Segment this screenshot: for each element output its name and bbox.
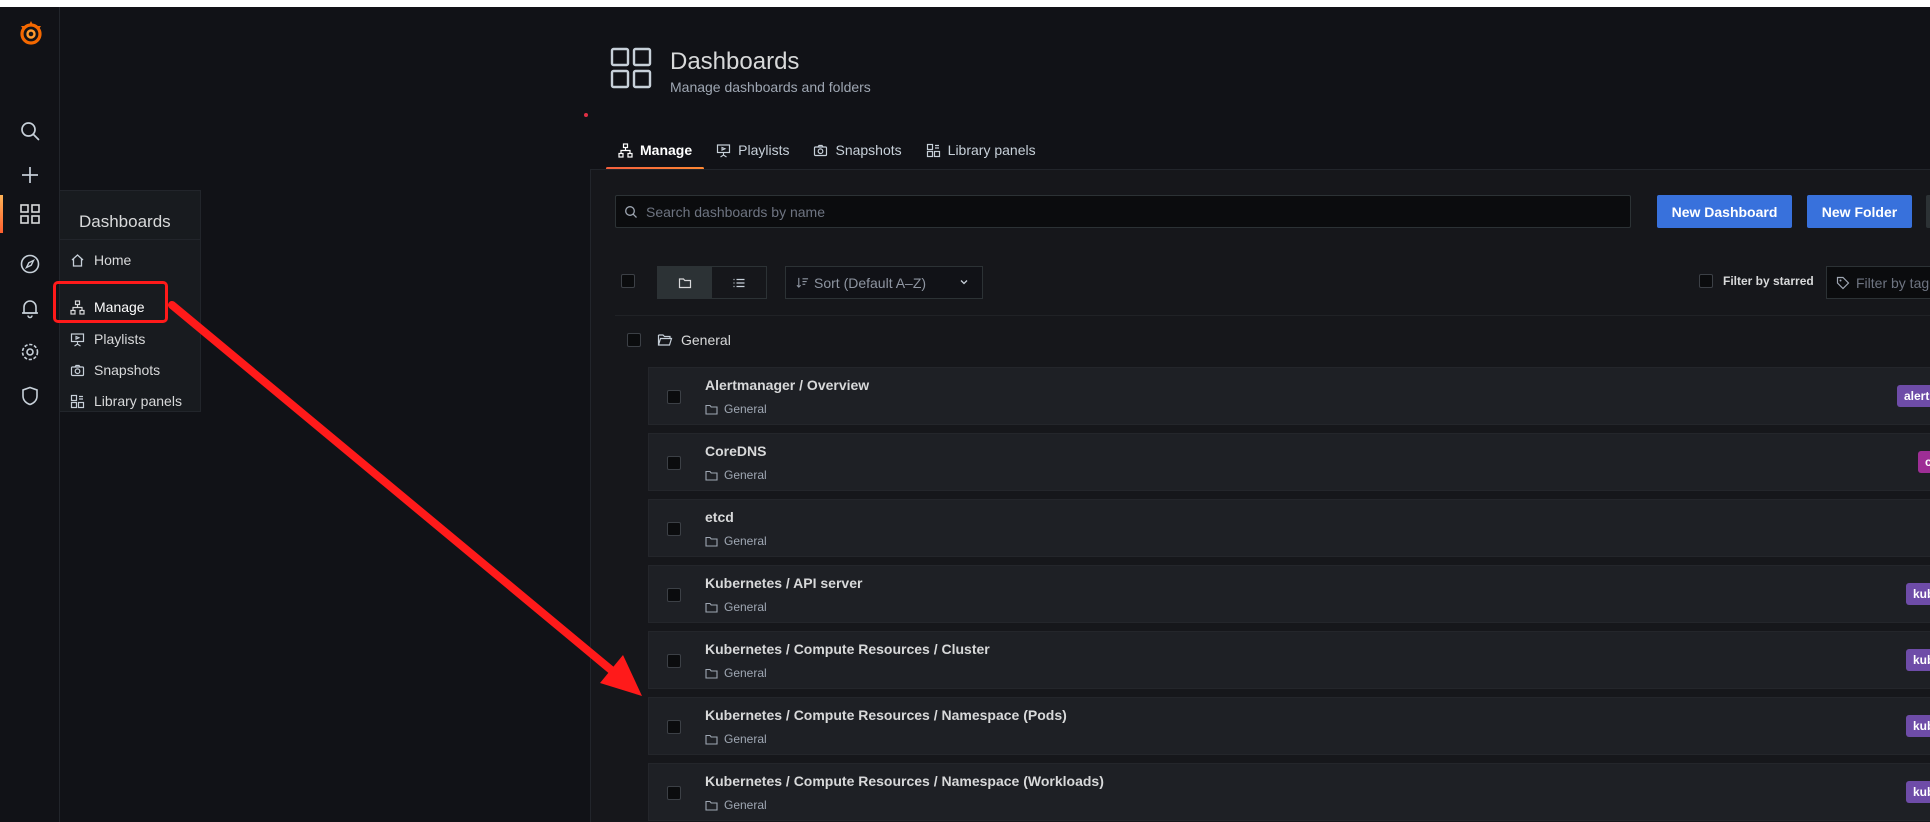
- list-icon: [733, 278, 745, 287]
- filter-starred-label: Filter by starred: [1723, 274, 1814, 288]
- dashboard-tag[interactable]: kubernetes-mixin: [1906, 649, 1930, 671]
- manage-dashboards-panel: New Dashboard New Folder Sort (Default A…: [590, 169, 1930, 822]
- dashboard-row[interactable]: Kubernetes / Compute Resources / Namespa…: [648, 697, 1930, 755]
- dashboard-title[interactable]: CoreDNS: [705, 443, 766, 459]
- camera-icon: [814, 144, 828, 156]
- import-button[interactable]: [1926, 195, 1930, 228]
- tag-filter-placeholder: Filter by tag: [1856, 274, 1930, 291]
- dashboard-row[interactable]: Kubernetes / Compute Resources / Cluster…: [648, 631, 1930, 689]
- dashboard-title[interactable]: Kubernetes / Compute Resources / Namespa…: [705, 773, 1104, 789]
- dashboard-folder-name: General: [724, 402, 767, 416]
- dashboard-folder-name: General: [724, 732, 767, 746]
- filter-starred-toggle[interactable]: Filter by starred: [1699, 274, 1814, 288]
- dashboard-row[interactable]: Alertmanager / Overview General alertmanag…: [648, 367, 1930, 425]
- tag-filter-input[interactable]: Filter by tag: [1826, 266, 1930, 299]
- dashboard-folder: General: [705, 600, 767, 614]
- folder-icon: [705, 536, 718, 547]
- new-folder-button[interactable]: New Folder: [1807, 195, 1912, 228]
- search-box[interactable]: [615, 195, 1631, 228]
- dashboard-tag[interactable]: kubernetes-mixin: [1906, 715, 1930, 737]
- tab-label: Playlists: [738, 142, 790, 158]
- dashboard-title[interactable]: etcd: [705, 509, 734, 525]
- dashboard-tag[interactable]: coredns: [1918, 451, 1930, 473]
- divider: [615, 315, 1930, 316]
- dashboard-title[interactable]: Kubernetes / Compute Resources / Namespa…: [705, 707, 1067, 723]
- library-panels-icon: [926, 143, 940, 157]
- tab-snapshots[interactable]: Snapshots: [801, 132, 913, 168]
- folder-icon: [705, 602, 718, 613]
- dashboard-row[interactable]: Kubernetes / Compute Resources / Namespa…: [648, 763, 1930, 821]
- dashboard-folder: General: [705, 798, 767, 812]
- dashboard-folder: General: [705, 402, 767, 416]
- search-input[interactable]: [644, 202, 1604, 221]
- dashboard-tag[interactable]: kubernetes-mixin: [1906, 583, 1930, 605]
- dashboard-title[interactable]: Kubernetes / API server: [705, 575, 862, 591]
- dashboard-row[interactable]: etcd General: [648, 499, 1930, 557]
- dashboard-folder: General: [705, 666, 767, 680]
- chevron-down-icon: [960, 280, 968, 285]
- tab-label: Snapshots: [835, 142, 902, 158]
- dashboard-folder: General: [705, 732, 767, 746]
- list-view-button[interactable]: [712, 267, 766, 298]
- dashboard-folder: General: [705, 534, 767, 548]
- tab-library-panels[interactable]: Library panels: [914, 132, 1048, 168]
- folder-icon: [705, 800, 718, 811]
- sort-select-value: Sort (Default A–Z): [814, 274, 927, 291]
- new-dashboard-button[interactable]: New Dashboard: [1657, 195, 1792, 228]
- dashboard-tag[interactable]: kubernetes-mixin: [1906, 781, 1930, 803]
- sort-select[interactable]: Sort (Default A–Z): [785, 266, 983, 299]
- dashboard-tag[interactable]: alertmanager-mixin: [1897, 385, 1930, 407]
- dashboard-row[interactable]: Kubernetes / API server General kubernetes…: [648, 565, 1930, 623]
- dashboard-folder-name: General: [724, 534, 767, 548]
- dashboard-folder-name: General: [724, 798, 767, 812]
- tab-playlists[interactable]: Playlists: [704, 132, 801, 168]
- folder-icon: [705, 470, 718, 481]
- dashboard-folder-name: General: [724, 468, 767, 482]
- page-subtitle: Manage dashboards and folders: [670, 79, 871, 95]
- annotation-arrow: [168, 301, 642, 696]
- dashboard-title[interactable]: Alertmanager / Overview: [705, 377, 869, 393]
- sort-icon: [796, 277, 809, 288]
- folder-icon: [705, 734, 718, 745]
- tag-icon: [1836, 276, 1850, 289]
- dashboard-folder-name: General: [724, 666, 767, 680]
- folder-icon: [705, 404, 718, 415]
- dashboard-folder-name: General: [724, 600, 767, 614]
- presentation-icon: [717, 143, 731, 157]
- dashboard-folder: General: [705, 468, 767, 482]
- dashboard-title[interactable]: Kubernetes / Compute Resources / Cluster: [705, 641, 990, 657]
- main-page: Dashboards Manage dashboards and folders…: [584, 7, 1930, 822]
- tab-label: Library panels: [947, 142, 1036, 158]
- dashboard-checkbox[interactable]: [667, 786, 681, 800]
- grafana-app: Dashboards Home Manage Playlists Snapsho…: [0, 7, 1930, 822]
- dashboard-row[interactable]: CoreDNS General coredns: [648, 433, 1930, 491]
- folder-icon: [705, 668, 718, 679]
- filter-starred-checkbox[interactable]: [1699, 274, 1713, 288]
